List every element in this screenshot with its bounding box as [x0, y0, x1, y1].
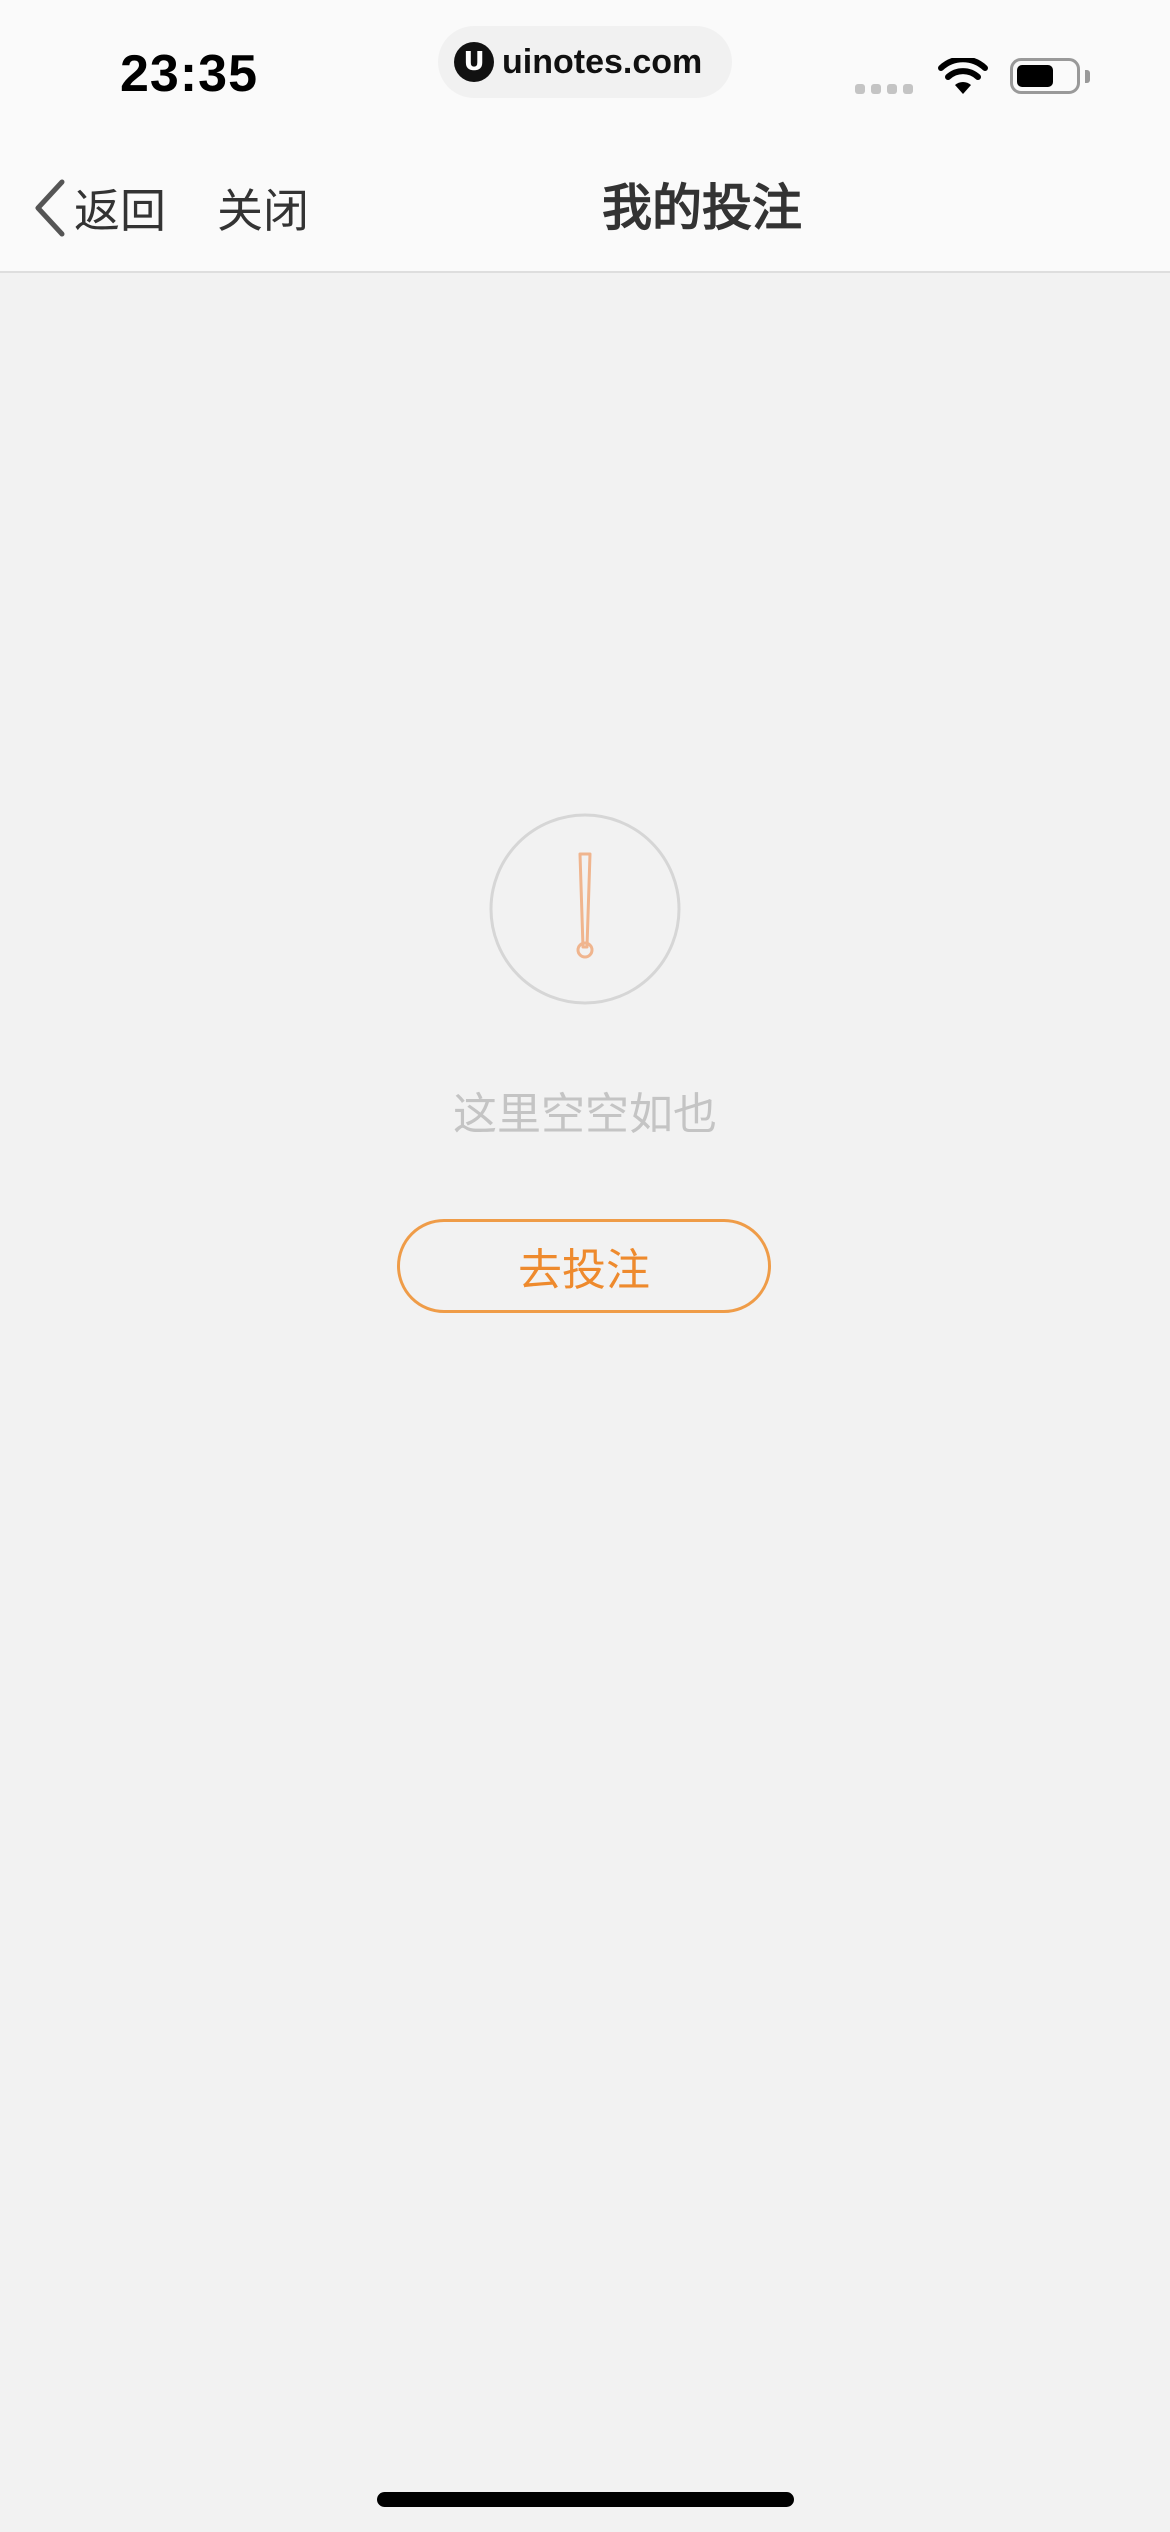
wifi-icon: [938, 58, 988, 94]
go-bet-button[interactable]: 去投注: [397, 1219, 771, 1313]
url-pill[interactable]: U uinotes.com: [438, 26, 732, 98]
battery-icon: [1010, 58, 1080, 94]
exclamation-circle-icon: [489, 813, 681, 1005]
home-indicator[interactable]: [377, 2492, 794, 2507]
nav-bar: 返回 关闭 我的投注: [0, 140, 1170, 273]
status-time: 23:35: [120, 45, 258, 103]
url-text: uinotes.com: [502, 42, 703, 81]
battery-cap: [1085, 70, 1090, 83]
status-bar: 23:35 U uinotes.com: [0, 0, 1170, 140]
battery-level: [1017, 65, 1053, 87]
site-logo-icon: U: [454, 42, 494, 82]
page-title-text: 我的投注: [602, 179, 802, 237]
empty-message: 这里空空如也: [453, 1089, 717, 1140]
cellular-signal-icon: [855, 84, 913, 94]
page-title: 我的投注: [0, 176, 1170, 240]
